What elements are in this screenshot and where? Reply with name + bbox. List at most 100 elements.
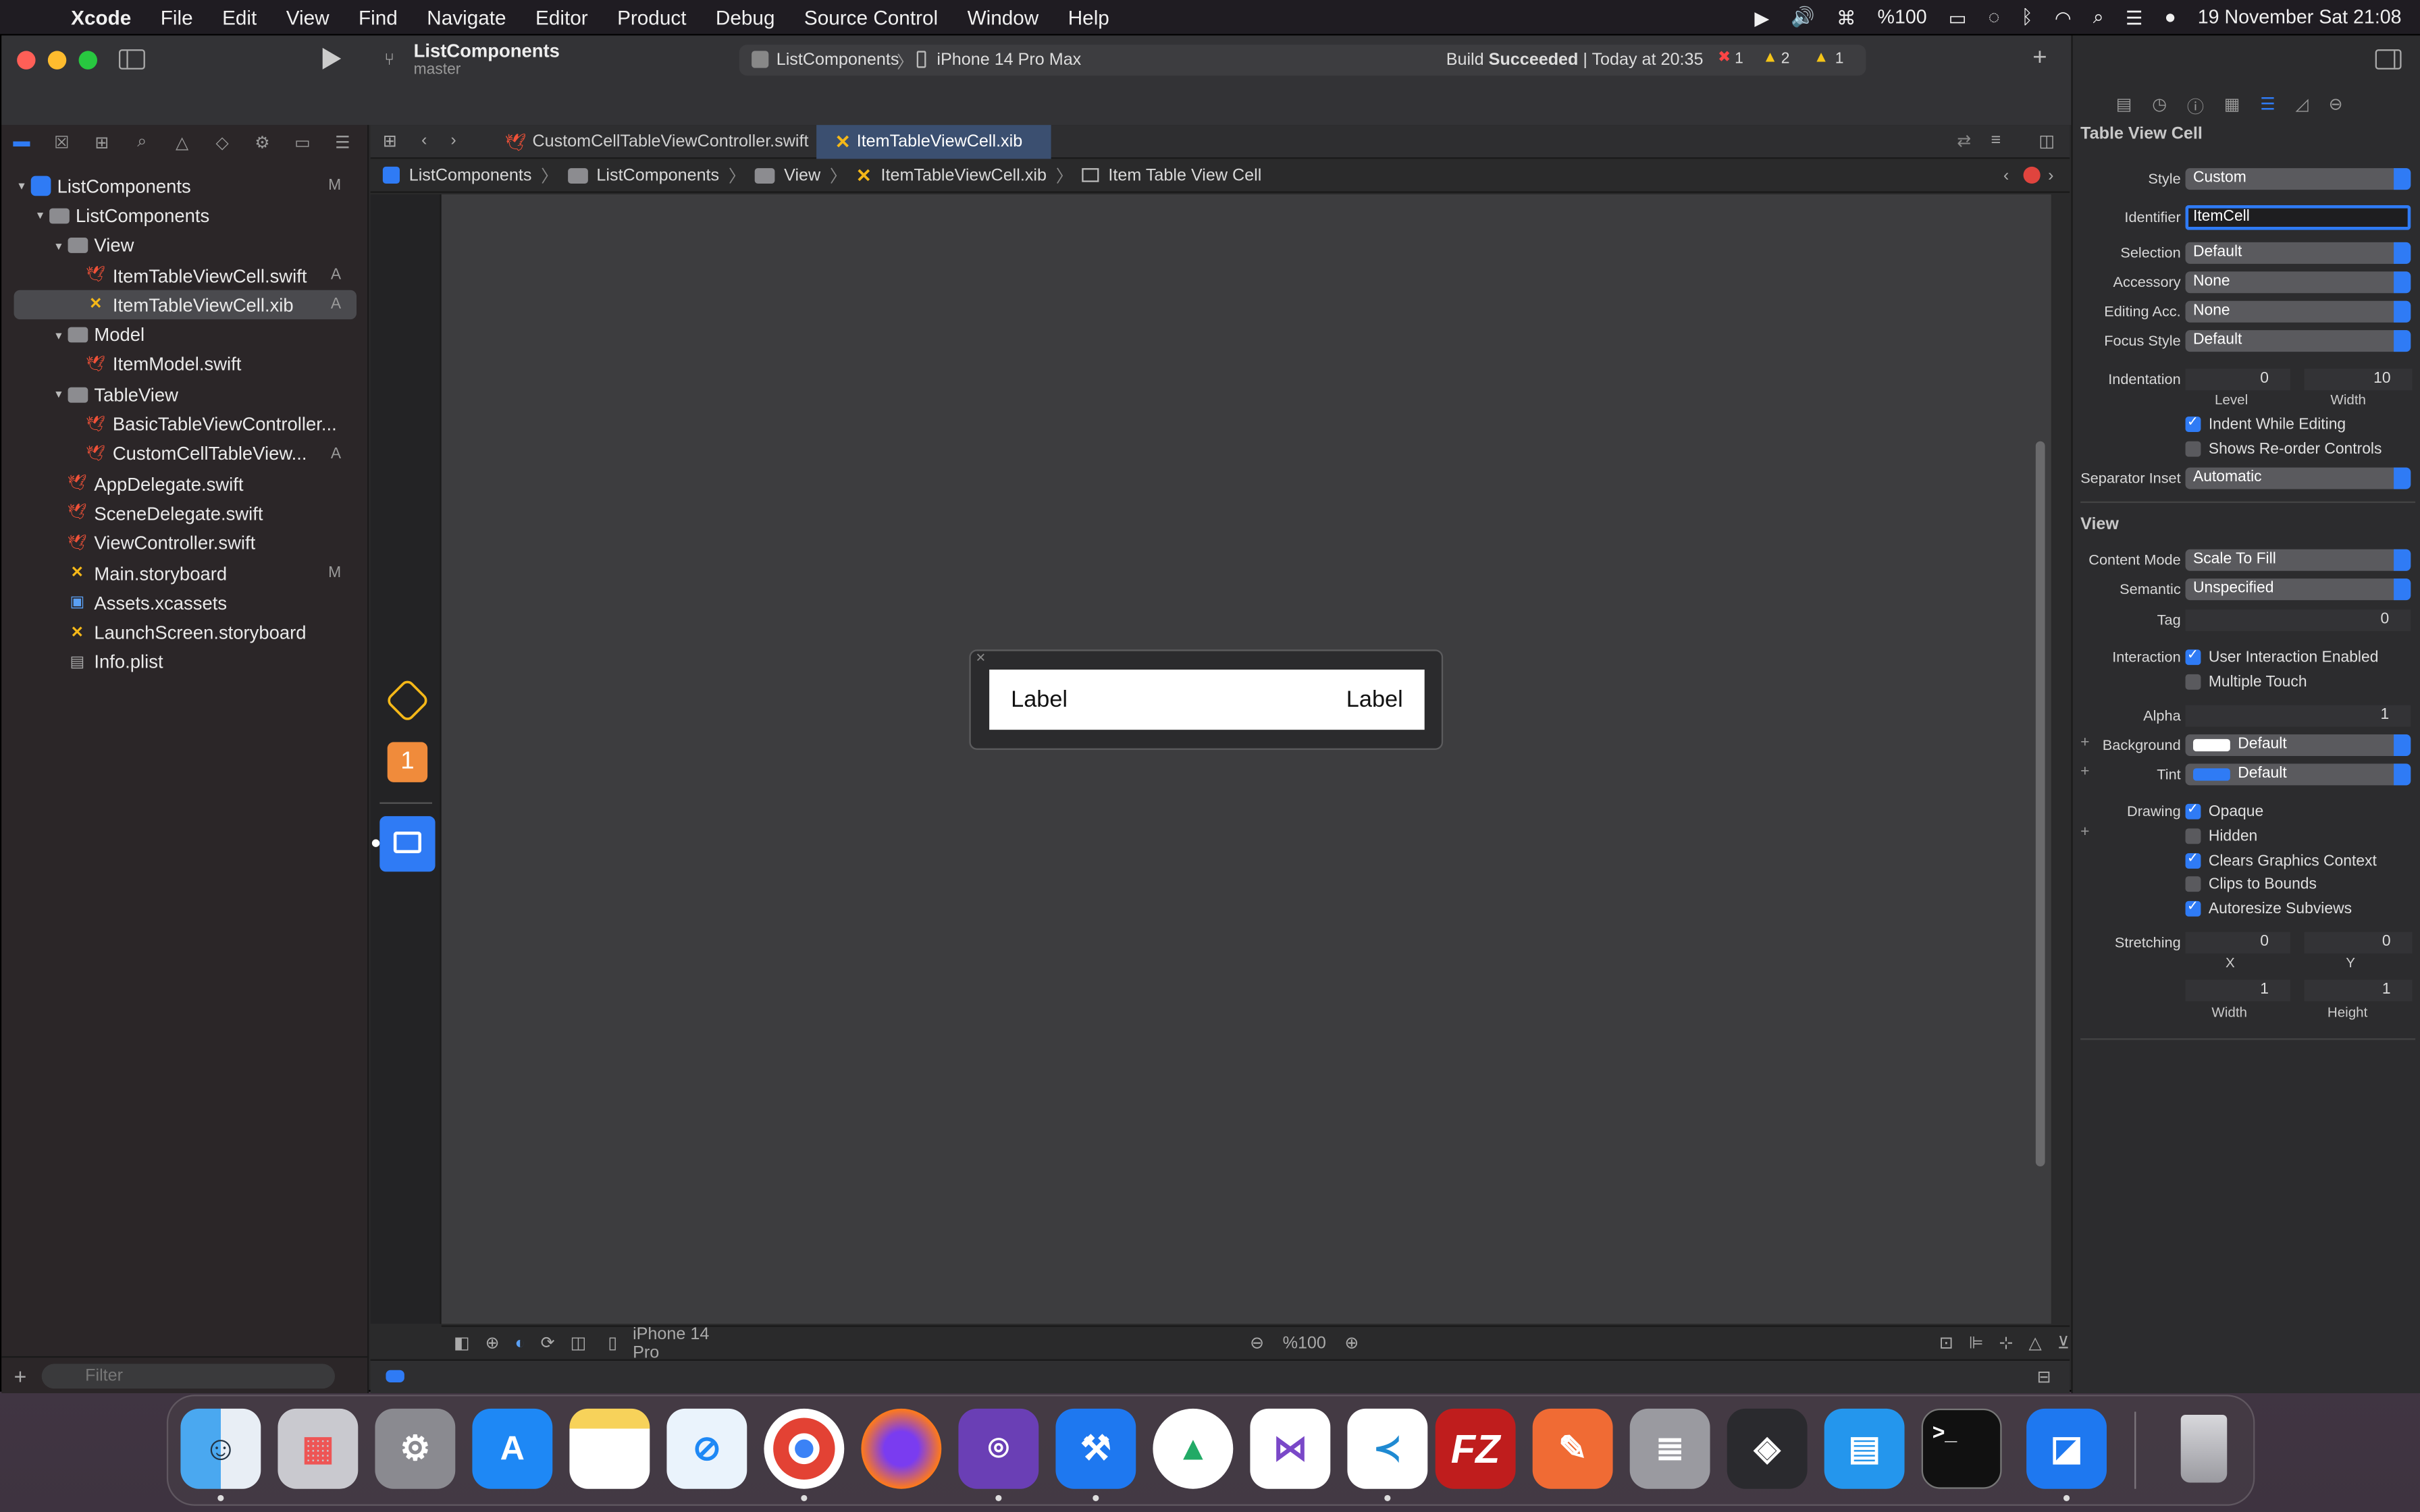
menu-window[interactable]: Window	[968, 5, 1039, 28]
github-desktop-icon[interactable]: ⌾	[958, 1408, 1039, 1489]
stretch-width-field[interactable]: 1	[2185, 979, 2290, 1002]
breadcrumb-item[interactable]: ListComponents	[409, 166, 532, 184]
semantic-popup[interactable]: Unspecified	[2185, 578, 2411, 601]
opaque-checkbox[interactable]: Opaque	[2185, 801, 2263, 822]
airdrop-icon[interactable]: ◌	[1989, 6, 2000, 28]
menu-view[interactable]: View	[286, 5, 330, 28]
tab-customcell-controller[interactable]: 🕊 CustomCellTableViewController.swift	[486, 125, 827, 159]
focus-style-popup[interactable]: Default	[2185, 330, 2411, 352]
visual-studio-icon[interactable]: ⋈	[1250, 1408, 1331, 1489]
firefox-icon[interactable]	[861, 1408, 942, 1489]
attributes-inspector-icon[interactable]: ☰	[2260, 94, 2276, 119]
table-cell-object-icon[interactable]	[379, 816, 436, 872]
resolve-issues-icon[interactable]: △	[2028, 1333, 2041, 1353]
safari-icon[interactable]: ⊘	[666, 1408, 747, 1489]
tag-field[interactable]: 0	[2185, 609, 2411, 631]
zoom-out-icon[interactable]: ⊖	[1250, 1333, 1264, 1353]
stretch-x-field[interactable]: 0	[2185, 932, 2290, 954]
close-scene-icon[interactable]: ✕	[976, 651, 986, 666]
minimize-button[interactable]	[47, 51, 67, 70]
placeholder-cube-icon[interactable]	[384, 678, 431, 724]
error-count[interactable]: 1	[1735, 51, 1743, 68]
tree-row-file[interactable]: 🕊 ViewController.swift	[1, 529, 369, 558]
editing-accessory-popup[interactable]: None	[2185, 300, 2411, 323]
add-library-icon[interactable]: +	[2032, 45, 2047, 72]
tree-row-group[interactable]: ▾ View	[1, 231, 369, 261]
docker-icon[interactable]: ▤	[1824, 1408, 1905, 1489]
volume-icon[interactable]: 🔊	[1791, 5, 1815, 28]
device-selector[interactable]: iPhone 14 Pro Max	[937, 51, 1081, 69]
device-icon[interactable]: ▯	[608, 1333, 617, 1353]
menubar-clock[interactable]: 19 November Sat 21:08	[2198, 6, 2402, 28]
tab-item-cell-xib[interactable]: ✕ ItemTableViewCell.xib	[816, 125, 1051, 159]
hide-debug-icon[interactable]: ⊟	[2037, 1367, 2051, 1386]
add-variation-icon[interactable]: +	[2080, 734, 2089, 751]
file-inspector-icon[interactable]: ▤	[2116, 94, 2132, 119]
tree-row-file[interactable]: 🕊 AppDelegate.swift	[1, 469, 369, 499]
autoresize-checkbox[interactable]: Autoresize Subviews	[2185, 898, 2352, 919]
wifi-icon[interactable]: ◠	[2055, 5, 2072, 28]
forward-icon[interactable]: ›	[450, 131, 456, 149]
menu-app[interactable]: Xcode	[71, 5, 131, 28]
tree-row-group[interactable]: ▾ TableView	[1, 379, 369, 409]
debug-toggle-icon[interactable]	[386, 1370, 404, 1382]
menu-edit[interactable]: Edit	[222, 5, 257, 28]
error-indicator-icon[interactable]	[2023, 166, 2041, 184]
control-icon[interactable]: ⌘	[1837, 5, 1856, 28]
device-config-label[interactable]: iPhone 14 Pro	[633, 1324, 710, 1361]
symbol-icon[interactable]: ⊞	[82, 132, 122, 152]
issue-icon[interactable]: ▲	[1814, 49, 1829, 66]
previous-issue-icon[interactable]: ‹	[2003, 166, 2009, 184]
tree-row-project[interactable]: ▾ ListComponents M	[1, 171, 369, 201]
report-icon[interactable]: ☰	[323, 132, 363, 152]
vscode-icon[interactable]: ≺	[1347, 1408, 1428, 1489]
menu-product[interactable]: Product	[617, 5, 686, 28]
finder-icon[interactable]: ☺	[180, 1408, 261, 1489]
breadcrumb-item[interactable]: ListComponents	[596, 166, 719, 184]
history-inspector-icon[interactable]: ◷	[2152, 94, 2167, 119]
tree-row-file[interactable]: 🕊 SceneDelegate.swift	[1, 499, 369, 529]
postman-icon[interactable]: ✎	[1532, 1408, 1613, 1489]
options-icon[interactable]: ≡	[1991, 131, 2001, 149]
tree-row-file[interactable]: ▤ Info.plist	[1, 647, 369, 677]
next-issue-icon[interactable]: ›	[2048, 166, 2053, 184]
menu-source-control[interactable]: Source Control	[804, 5, 938, 28]
add-constraints-icon[interactable]: ⊹	[1999, 1333, 2014, 1353]
issue-count[interactable]: 1	[1835, 51, 1844, 68]
multiple-touch-checkbox[interactable]: Multiple Touch	[2185, 671, 2307, 693]
tree-row-file[interactable]: 🕊 ItemTableViewCell.swift A	[1, 261, 369, 290]
zoom-in-icon[interactable]: ⊕	[1344, 1333, 1359, 1353]
shows-reorder-checkbox[interactable]: Shows Re-order Controls	[2185, 438, 2382, 460]
database-icon[interactable]: ≣	[1629, 1408, 1710, 1489]
identifier-field[interactable]: ItemCell	[2185, 205, 2411, 230]
trash-icon[interactable]	[2164, 1409, 2244, 1489]
disclosure-icon[interactable]: ▾	[51, 328, 66, 342]
bluetooth-icon[interactable]: ᛒ	[2022, 6, 2033, 28]
debug-icon[interactable]: ⚙	[242, 132, 282, 152]
inspector-sidebar-toggle-icon[interactable]	[2375, 49, 2402, 70]
tree-row-file[interactable]: ▣ Assets.xcassets	[1, 588, 369, 618]
breadcrumb-item[interactable]: Item Table View Cell	[1108, 166, 1261, 184]
grid-icon[interactable]: ⊞	[383, 131, 397, 151]
refresh-icon[interactable]: ⇄	[1957, 131, 1971, 151]
cell-left-label[interactable]: Label	[1011, 686, 1068, 713]
android-studio-icon[interactable]: ▲	[1153, 1408, 1234, 1489]
breadcrumb-item[interactable]: View	[784, 166, 820, 184]
warning-count[interactable]: 2	[1781, 51, 1790, 68]
warning-icon[interactable]: ▲	[1762, 49, 1778, 66]
tree-row-file[interactable]: 🕊 BasicTableViewController...	[1, 410, 369, 439]
find-icon[interactable]: ⌕	[122, 132, 162, 152]
update-frames-icon[interactable]: ⊡	[1939, 1333, 1953, 1353]
menu-navigate[interactable]: Navigate	[427, 5, 506, 28]
cell-right-label[interactable]: Label	[1346, 686, 1403, 713]
xcode-icon[interactable]: ⚒	[1055, 1408, 1136, 1489]
interface-builder-canvas[interactable]: ✕ Label Label	[441, 194, 2051, 1336]
breakpoint-icon[interactable]: ▭	[282, 132, 322, 152]
run-button[interactable]	[322, 47, 342, 70]
tree-row-file-selected[interactable]: ✕ ItemTableViewCell.xib A	[14, 290, 357, 321]
hidden-checkbox[interactable]: Hidden	[2185, 826, 2257, 847]
separator-inset-popup[interactable]: Automatic	[2185, 467, 2411, 489]
menu-editor[interactable]: Editor	[535, 5, 588, 28]
help-inspector-icon[interactable]: ⓘ	[2187, 94, 2204, 119]
selection-popup[interactable]: Default	[2185, 242, 2411, 264]
